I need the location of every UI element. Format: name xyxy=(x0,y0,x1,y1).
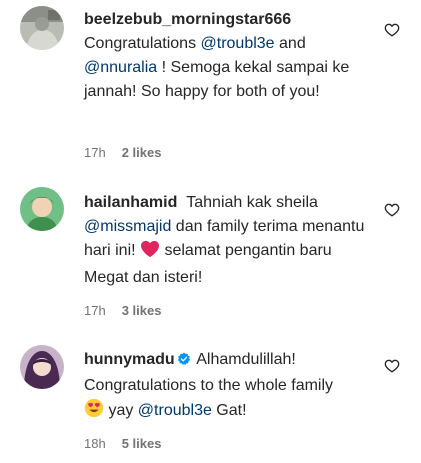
like-count[interactable]: 2 likes xyxy=(122,145,162,160)
comment-timestamp: 18h xyxy=(84,436,106,451)
comment-meta: 17h 2 likes xyxy=(84,145,161,161)
avatar[interactable] xyxy=(20,6,64,50)
mention-link[interactable]: @nnuralia xyxy=(84,59,157,76)
like-button[interactable] xyxy=(384,22,402,40)
comment-username[interactable]: hailanhamid xyxy=(84,194,177,211)
like-count[interactable]: 3 likes xyxy=(122,303,162,318)
like-button[interactable] xyxy=(384,202,402,220)
comment-meta: 18h 5 likes xyxy=(84,436,161,452)
mention-link[interactable]: @missmajid xyxy=(84,218,171,235)
like-button[interactable] xyxy=(384,358,402,376)
comment-text: beelzebub_morningstar666 Congratulations… xyxy=(84,11,350,100)
verified-badge-icon xyxy=(177,350,191,374)
comment-username[interactable]: beelzebub_morningstar666 xyxy=(84,11,291,28)
heart-outline-icon xyxy=(384,23,400,37)
like-count[interactable]: 5 likes xyxy=(122,436,162,451)
comment-timestamp: 17h xyxy=(84,303,106,318)
avatar[interactable] xyxy=(20,187,64,231)
red-heart-emoji xyxy=(140,240,160,266)
avatar[interactable] xyxy=(20,345,64,389)
comment-username[interactable]: hunnymadu xyxy=(84,351,175,368)
heart-eyes-emoji xyxy=(84,398,104,426)
comment-text: hailanhamid Tahniah kak sheila @missmaji… xyxy=(84,194,365,286)
comment-text: hunnymadu Alhamdulillah! Congratulations… xyxy=(84,348,374,426)
comment-timestamp: 17h xyxy=(84,145,106,160)
heart-outline-icon xyxy=(384,359,400,373)
mention-link[interactable]: @troubl3e xyxy=(138,402,212,419)
comment-meta: 17h 3 likes xyxy=(84,303,161,319)
mention-link[interactable]: @troubl3e xyxy=(201,35,275,52)
heart-outline-icon xyxy=(384,203,400,217)
